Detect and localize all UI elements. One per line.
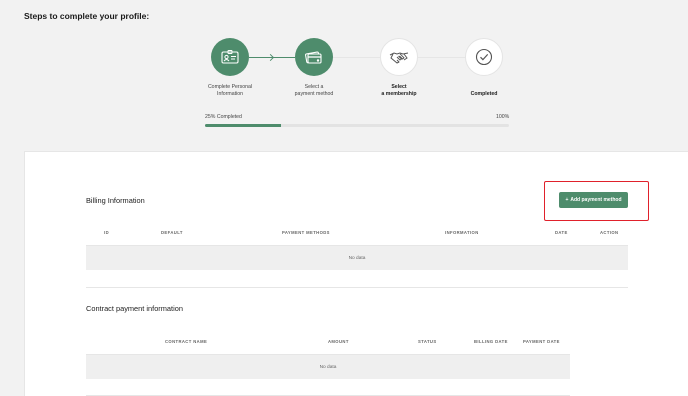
column-header: DATE [555, 230, 568, 235]
progress-bar [205, 124, 509, 127]
step-label-line: Information [217, 91, 243, 97]
column-header: PAYMENT DATE [523, 339, 560, 344]
column-header: AMOUNT [328, 339, 349, 344]
billing-title: Billing Information [86, 196, 145, 205]
contract-empty-row: No data [86, 354, 570, 379]
progress-max-label: 100% [496, 114, 510, 120]
step-1-label: Complete Personal Information [190, 84, 270, 98]
step-label-line: Select [391, 84, 407, 90]
credit-card-icon [305, 51, 322, 64]
highlight-box [544, 181, 649, 221]
billing-empty-row: No data [86, 245, 628, 270]
column-header: PAYMENT METHODS [282, 230, 330, 235]
step-4-label: Completed [444, 91, 524, 98]
step-1-circle[interactable] [211, 38, 249, 76]
progress-fill [205, 124, 281, 127]
step-label-line: Select a [304, 84, 324, 90]
id-card-icon [221, 50, 239, 64]
step-label-line: Completed [470, 91, 498, 97]
handshake-icon [389, 52, 409, 64]
step-2-label: Select a payment method [274, 84, 354, 98]
step-2-circle[interactable] [295, 38, 333, 76]
column-header: CONTRACT NAME [165, 339, 208, 344]
column-header: BILLING DATE [474, 339, 508, 344]
step-label-line: Complete Personal [207, 84, 253, 90]
column-header: ID [104, 230, 109, 235]
section-divider [86, 287, 628, 288]
step-3-label: Select a membership [359, 84, 439, 98]
step-connector [418, 57, 466, 58]
step-connector [333, 57, 381, 58]
check-circle-icon [475, 48, 493, 66]
column-header: DEFAULT [161, 230, 183, 235]
step-label-line: a membership [381, 91, 417, 97]
profile-stepper: Complete Personal Information Select a p… [0, 0, 688, 140]
step-label-line: payment method [294, 91, 334, 97]
column-header: INFORMATION [445, 230, 479, 235]
arrow-icon [266, 53, 275, 61]
column-header: ACTION [600, 230, 619, 235]
contract-title: Contract payment information [86, 304, 183, 313]
step-3-circle[interactable] [380, 38, 418, 76]
step-4-circle[interactable] [465, 38, 503, 76]
column-header: STATUS [418, 339, 437, 344]
progress-label: 25% Completed [205, 114, 242, 120]
